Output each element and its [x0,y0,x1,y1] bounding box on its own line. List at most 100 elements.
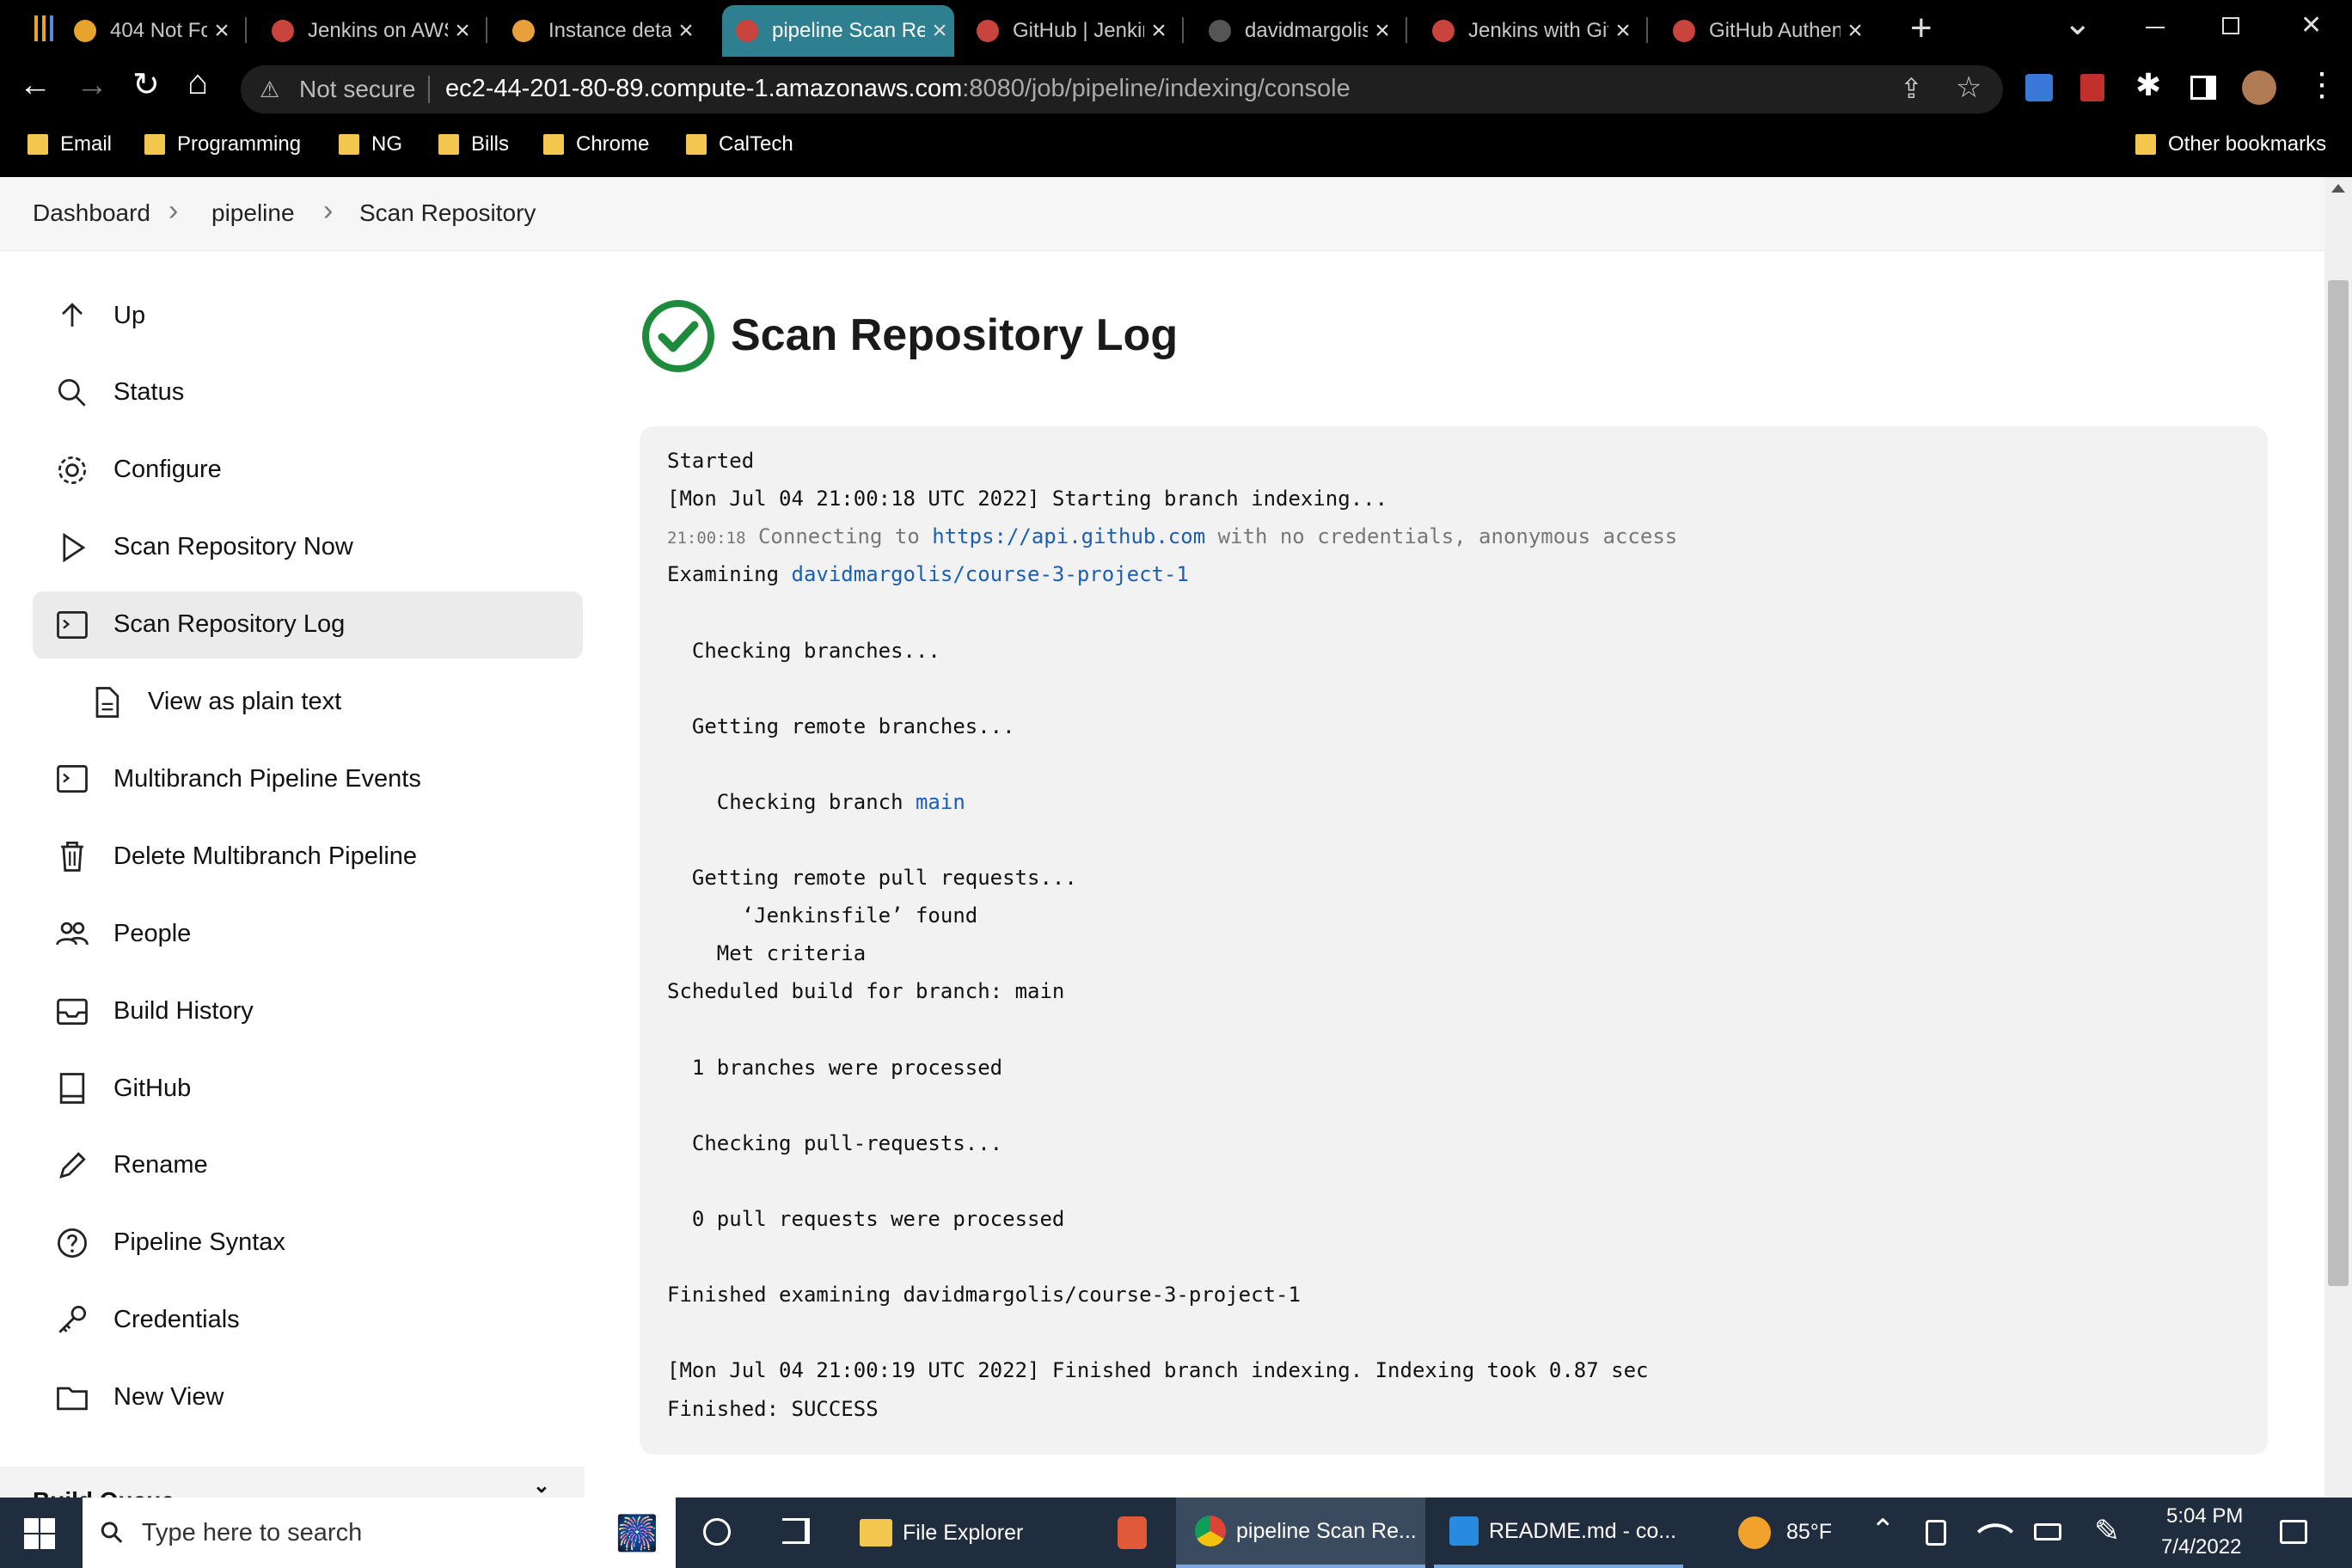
tab-8[interactable]: GitHub Authentication× [1659,5,1870,57]
close-icon[interactable]: × [671,16,701,46]
build-queue-panel[interactable]: Build Queue ⌄ [0,1467,585,1498]
bookmark-email[interactable]: Email [28,132,112,156]
close-icon[interactable]: × [1841,16,1870,46]
sidebar-item-label: Scan Repository Log [113,610,346,639]
taskbar-file-explorer[interactable]: File Explorer [860,1498,1080,1568]
taskbar-vscode-window[interactable]: README.md - co... [1434,1498,1683,1568]
translate-extension-icon[interactable] [2025,74,2053,101]
close-icon[interactable]: × [1144,16,1173,46]
console-link[interactable]: davidmargolis/course-3-project-1 [792,562,1189,586]
tab-7[interactable]: Jenkins with GitHub× [1418,5,1638,57]
bookmark-chrome[interactable]: Chrome [543,132,649,156]
tab-overflow-icon[interactable] [34,15,57,41]
pen-icon[interactable]: ✎ [2094,1513,2120,1549]
sidebar-item-rename[interactable]: Rename [33,1132,583,1199]
extensions-puzzle-icon[interactable]: ✱ [2135,67,2161,103]
address-bar[interactable]: ⚠ Not secure ec2-44-201-80-89.compute-1.… [241,65,2003,113]
tab-search-icon[interactable]: ⌄ [2063,3,2092,43]
terminal-icon [52,604,93,646]
sidebar-item-new-view[interactable]: New View [33,1364,583,1431]
favicon-icon [977,20,999,42]
sidebar-item-scan-repository-now[interactable]: Scan Repository Now [33,514,583,581]
forward-icon[interactable]: → [76,67,108,104]
clock-time[interactable]: 5:04 PM [2166,1504,2243,1528]
close-icon[interactable]: × [207,16,236,46]
chevron-down-icon[interactable]: ⌄ [533,1473,550,1498]
close-icon[interactable]: × [1608,16,1638,46]
star-icon[interactable]: ☆ [1956,70,1981,105]
scroll-up-arrow[interactable] [2331,184,2345,193]
sidebar-item-scan-repository-log[interactable]: Scan Repository Log [33,591,583,658]
profile-avatar[interactable] [2242,70,2276,105]
tab-6[interactable]: davidmargolis × [1195,5,1397,57]
close-icon[interactable]: × [448,16,477,46]
security-label[interactable]: Not secure [299,76,415,103]
other-bookmarks[interactable]: Other bookmarks [2135,132,2326,156]
fireworks-icon: 🎆 [616,1514,658,1553]
app-icon[interactable] [1118,1516,1147,1549]
tab-3[interactable]: Instance details× [499,5,701,57]
weather-icon[interactable] [1738,1516,1771,1549]
jenkins-page: Dashboard › pipeline › Scan Repository Up Sta… [0,177,2324,1498]
battery-icon[interactable] [2034,1523,2061,1540]
folder-icon [438,134,459,155]
scrollbar[interactable] [2324,177,2352,1498]
bookmark-ng[interactable]: NG [339,132,402,156]
minimize-icon[interactable] [2146,27,2165,28]
new-tab-button[interactable]: + [1910,7,1932,50]
restore-icon[interactable] [2222,17,2239,34]
sidebar-item-credentials[interactable]: Credentials [33,1287,583,1354]
tab-2[interactable]: Jenkins on AWS × [258,5,477,57]
chevron-up-icon[interactable]: ⌃ [1871,1513,1896,1547]
close-window-icon[interactable]: ✕ [2300,10,2322,40]
bookmark-label: NG [371,132,402,156]
breadcrumb-dashboard[interactable]: Dashboard [33,199,150,227]
console-line: ‘Jenkinsfile’ found [667,903,978,928]
sidebar-item-status[interactable]: Status [33,359,583,426]
breadcrumb-scan-repository[interactable]: Scan Repository [359,199,536,227]
notifications-icon[interactable] [2280,1520,2307,1544]
sidebar-item-people[interactable]: People [33,900,583,967]
sidebar-item-multibranch-pipeline-events[interactable]: Multibranch Pipeline Events [33,745,583,812]
sidebar-item-configure[interactable]: Configure [33,437,583,504]
warning-icon[interactable]: ⚠ [260,76,287,103]
windows-start-icon[interactable] [24,1518,55,1549]
task-view-icon[interactable] [782,1518,810,1544]
taskbar-search-box[interactable]: ⚲ Type here to search 🎆 [83,1498,676,1568]
sidebar-item-pipeline-syntax[interactable]: Pipeline Syntax [33,1210,583,1277]
share-icon[interactable]: ⇪ [1900,72,1923,105]
home-icon[interactable]: ⌂ [187,64,208,102]
meet-icon[interactable] [1926,1520,1946,1546]
taskbar-chrome-window[interactable]: pipeline Scan Re... [1176,1498,1425,1568]
console-line: Met criteria [667,941,866,965]
console-link[interactable]: main [916,790,965,814]
bookmark-caltech[interactable]: CalTech [686,132,793,156]
sidebar-item-build-history[interactable]: Build History [33,977,583,1044]
tab-5[interactable]: GitHub | Jenkins× [963,5,1173,57]
breadcrumb-pipeline[interactable]: pipeline [211,199,295,227]
sidebar-item-github[interactable]: GitHub [33,1055,583,1122]
reload-icon[interactable]: ↻ [132,65,160,104]
back-icon[interactable]: ← [19,67,52,104]
wifi-icon[interactable] [1976,1512,2014,1550]
scroll-thumb[interactable] [2328,280,2349,1286]
sidebar-item-view-as-plain-text[interactable]: View as plain text [67,669,583,736]
console-link[interactable]: https://api.github.com [932,524,1205,548]
close-icon[interactable]: × [925,16,954,46]
tab-4[interactable]: pipeline Scan Repository× [722,5,954,57]
cortana-icon[interactable] [703,1518,731,1546]
url-text[interactable]: ec2-44-201-80-89.compute-1.amazonaws.com… [445,75,1351,103]
bookmark-bills[interactable]: Bills [438,132,509,156]
sidebar-item-delete-multibranch-pipeline[interactable]: Delete Multibranch Pipeline [33,823,583,890]
bookmark-label: Programming [177,132,302,156]
extension-red-icon[interactable] [2080,74,2104,101]
temperature[interactable]: 85°F [1786,1520,1832,1545]
bookmark-label: Bills [471,132,510,156]
close-icon[interactable]: × [1368,16,1397,46]
bookmark-programming[interactable]: Programming [144,132,301,156]
side-panel-icon[interactable] [2190,76,2216,100]
sidebar-item-up[interactable]: Up [33,282,583,349]
clock-date[interactable]: 7/4/2022 [2161,1535,2241,1559]
tab-1[interactable]: 404 Not Found× [60,5,236,57]
menu-icon[interactable]: ⋮ [2306,65,2338,104]
